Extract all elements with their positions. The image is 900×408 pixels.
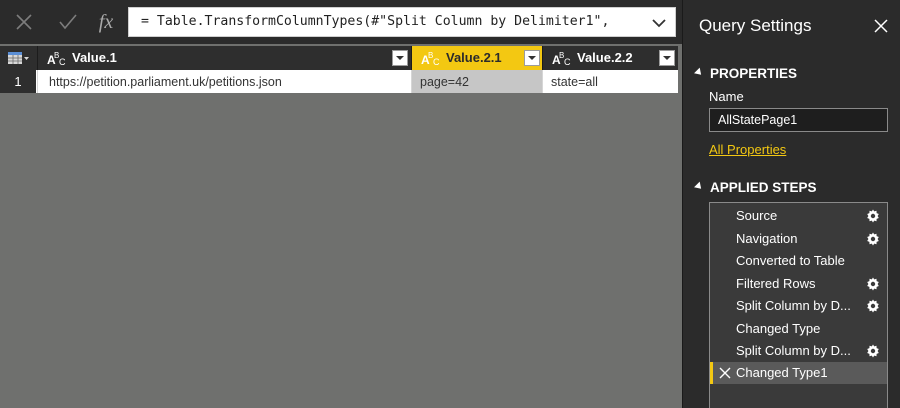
step-converted-to-table[interactable]: Converted to Table: [710, 250, 887, 272]
table-cell[interactable]: page=42: [411, 70, 542, 93]
fx-icon: fx: [98, 10, 114, 33]
step-label: Converted to Table: [736, 253, 845, 268]
step-label: Filtered Rows: [736, 276, 816, 291]
chevron-down-icon: [528, 56, 536, 60]
step-split-column-by-delimiter[interactable]: Split Column by D...: [710, 295, 887, 317]
delete-step-icon[interactable]: [719, 367, 731, 379]
close-panel-button[interactable]: [873, 18, 889, 34]
name-label: Name: [709, 89, 744, 104]
column-name: Value.2.1: [446, 50, 502, 65]
collapse-triangle-icon: [694, 67, 704, 78]
step-label: Navigation: [736, 231, 798, 246]
query-name-input[interactable]: [709, 108, 888, 132]
text-type-icon: A B C: [421, 51, 440, 66]
text-type-icon: A B C: [552, 51, 571, 66]
step-changed-type-1[interactable]: Changed Type1: [710, 362, 887, 384]
svg-text:C: C: [59, 57, 66, 66]
grid-header: A B C Value.1 A B C Value.2.1 A B C Valu…: [0, 46, 678, 70]
row-number: 1: [0, 70, 36, 93]
table-icon: [8, 52, 29, 64]
applied-steps-section-toggle[interactable]: APPLIED STEPS: [694, 180, 817, 195]
column-header-value-1[interactable]: A B C Value.1: [37, 46, 411, 70]
close-icon: [874, 19, 888, 33]
column-header-value-2-1[interactable]: A B C Value.2.1: [411, 46, 542, 70]
check-icon: [59, 14, 77, 30]
formula-input[interactable]: = Table.TransformColumnTypes(#"Split Col…: [128, 7, 676, 37]
step-filtered-rows[interactable]: Filtered Rows: [710, 273, 887, 295]
step-split-column-by-delimiter-1[interactable]: Split Column by D...: [710, 340, 887, 362]
gear-icon[interactable]: [866, 299, 880, 313]
step-navigation[interactable]: Navigation: [710, 228, 887, 250]
formula-text: = Table.TransformColumnTypes(#"Split Col…: [141, 14, 610, 29]
commit-formula-button[interactable]: [52, 0, 84, 44]
table-row: 1 https://petition.parliament.uk/petitio…: [0, 70, 678, 93]
applied-steps-heading: APPLIED STEPS: [710, 180, 817, 195]
step-label: Split Column by D...: [736, 298, 851, 313]
column-filter-button[interactable]: [659, 50, 675, 66]
svg-text:C: C: [433, 57, 440, 66]
applied-steps-list: Source Navigation Converted to Table Fil…: [709, 202, 888, 408]
gear-icon[interactable]: [866, 344, 880, 358]
step-label: Split Column by D...: [736, 343, 851, 358]
text-type-icon: A B C: [47, 51, 66, 66]
gear-icon[interactable]: [866, 209, 880, 223]
properties-heading: PROPERTIES: [710, 66, 798, 81]
query-settings-panel: Query Settings PROPERTIES Name All Prope…: [682, 0, 900, 408]
step-changed-type[interactable]: Changed Type: [710, 318, 887, 340]
column-name: Value.2.2: [577, 50, 633, 65]
chevron-down-icon: [396, 56, 404, 60]
table-cell[interactable]: https://petition.parliament.uk/petitions…: [37, 70, 411, 93]
step-label: Changed Type: [736, 321, 821, 336]
step-label: Source: [736, 208, 778, 223]
column-header-value-2-2[interactable]: A B C Value.2.2: [542, 46, 678, 70]
gear-icon[interactable]: [866, 277, 880, 291]
column-filter-button[interactable]: [524, 50, 540, 66]
chevron-down-icon: [663, 56, 671, 60]
table-menu-button[interactable]: [0, 46, 36, 70]
chevron-down-icon: [652, 19, 666, 28]
step-label: Changed Type1: [736, 365, 828, 380]
panel-title: Query Settings: [699, 16, 812, 35]
table-cell[interactable]: state=all: [542, 70, 678, 93]
properties-section-toggle[interactable]: PROPERTIES: [694, 66, 798, 81]
svg-text:C: C: [564, 57, 571, 66]
formula-bar: fx = Table.TransformColumnTypes(#"Split …: [0, 0, 682, 44]
column-name: Value.1: [72, 50, 117, 65]
collapse-triangle-icon: [694, 181, 704, 192]
column-filter-button[interactable]: [392, 50, 408, 66]
gear-icon[interactable]: [866, 232, 880, 246]
expand-formula-button[interactable]: [649, 14, 669, 32]
insert-function-button[interactable]: fx: [92, 0, 120, 44]
all-properties-link[interactable]: All Properties: [709, 142, 786, 157]
cancel-formula-button[interactable]: [8, 0, 40, 44]
close-icon: [16, 14, 32, 30]
step-source[interactable]: Source: [710, 205, 887, 227]
